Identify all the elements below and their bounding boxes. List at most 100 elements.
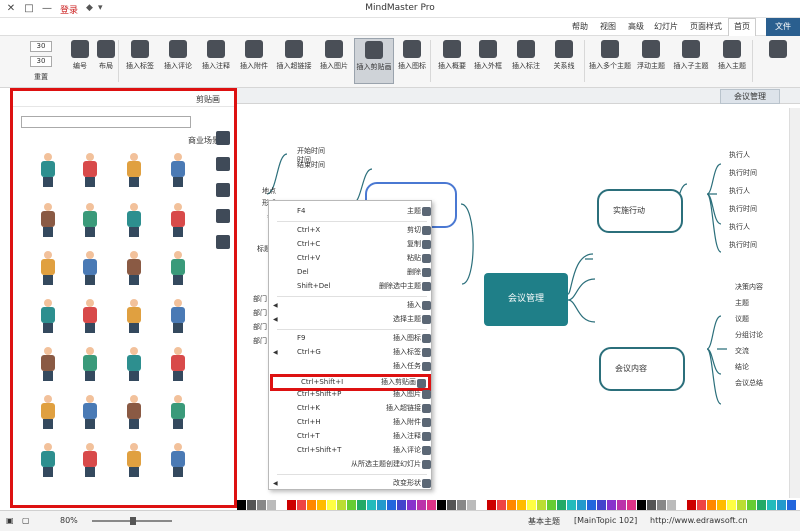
color-swatch[interactable] [677, 500, 686, 510]
clipart-item[interactable] [35, 443, 61, 477]
clipart-item[interactable] [77, 443, 103, 477]
full-screen-icon[interactable]: ▢ [22, 516, 30, 525]
clipart-item[interactable] [165, 347, 191, 381]
clipart-item[interactable] [165, 251, 191, 285]
color-swatch[interactable] [237, 500, 246, 510]
insert-clipart-button[interactable]: 插入剪贴画 [354, 38, 394, 84]
insert-icon-button[interactable]: 插入图标 [394, 38, 430, 84]
color-swatch[interactable] [407, 500, 416, 510]
color-swatch[interactable] [557, 500, 566, 510]
clipart-item[interactable] [77, 153, 103, 187]
context-menu-item[interactable]: 插入 ◀ [269, 299, 433, 312]
color-swatch[interactable] [397, 500, 406, 510]
menu-advanced[interactable]: 高级 [628, 21, 644, 32]
color-swatch[interactable] [667, 500, 676, 510]
color-swatch[interactable] [387, 500, 396, 510]
clipart-item[interactable] [121, 443, 147, 477]
color-swatch[interactable] [747, 500, 756, 510]
relationship-button[interactable]: 关系线 [546, 38, 582, 84]
insert-hyperlink-button[interactable]: 插入超链接 [274, 38, 314, 84]
color-swatch[interactable] [247, 500, 256, 510]
clipart-item[interactable] [77, 251, 103, 285]
context-menu-item[interactable]: 插入注释 Ctrl+T [269, 430, 433, 443]
map-label-dept[interactable]: 部门 [253, 336, 267, 346]
color-swatch[interactable] [737, 500, 746, 510]
color-swatch[interactable] [457, 500, 466, 510]
context-menu-item[interactable]: 剪切 Ctrl+X [269, 224, 433, 237]
context-menu-item[interactable]: 删除选中主题 Shift+Del [269, 280, 433, 293]
color-swatch[interactable] [627, 500, 636, 510]
color-swatch[interactable] [367, 500, 376, 510]
clipart-item[interactable] [165, 153, 191, 187]
color-swatch[interactable] [297, 500, 306, 510]
clipart-item[interactable] [35, 347, 61, 381]
map-label-right[interactable]: 决策内容 [735, 282, 763, 292]
map-label-right[interactable]: 执行时间 [729, 168, 757, 178]
map-label-dept[interactable]: 部门 [253, 308, 267, 318]
context-menu-item[interactable]: 改变形状 ◀ [269, 477, 433, 490]
calendar-icon[interactable] [216, 235, 230, 249]
context-menu-item[interactable]: 从所选主题创建幻灯片 [269, 458, 433, 471]
color-swatch[interactable] [277, 500, 286, 510]
color-swatch[interactable] [687, 500, 696, 510]
clipart-item[interactable] [165, 395, 191, 429]
map-label-left[interactable]: 地点 [262, 186, 276, 196]
color-swatch[interactable] [567, 500, 576, 510]
color-swatch[interactable] [307, 500, 316, 510]
map-label-right[interactable]: 会议总结 [735, 378, 763, 388]
menu-slides[interactable]: 幻灯片 [654, 21, 678, 32]
map-label-right[interactable]: 执行时间 [729, 240, 757, 250]
map-label-right[interactable]: 主题 [735, 298, 749, 308]
clipart-item[interactable] [121, 203, 147, 237]
context-menu-item[interactable]: 插入评论 Ctrl+Shift+T [269, 444, 433, 457]
color-swatch[interactable] [787, 500, 796, 510]
theme-icon[interactable]: ◆ [86, 3, 93, 13]
menu-file[interactable]: 文件 [766, 18, 800, 36]
map-label-right[interactable]: 交流 [735, 346, 749, 356]
insert-boundary-button[interactable]: 插入外框 [470, 38, 506, 84]
color-swatch[interactable] [727, 500, 736, 510]
menu-page-style[interactable]: 页面样式 [690, 21, 722, 32]
color-swatch[interactable] [467, 500, 476, 510]
context-menu-item[interactable]: 插入图标 F9 [269, 332, 433, 345]
color-swatch[interactable] [437, 500, 446, 510]
insert-attachment-button[interactable]: 插入附件 [236, 38, 272, 84]
menu-view[interactable]: 视图 [600, 21, 616, 32]
status-url[interactable]: http://www.edrawsoft.cn [650, 516, 748, 525]
insert-image-button[interactable]: 插入图片 [316, 38, 352, 84]
color-swatch[interactable] [527, 500, 536, 510]
color-swatch[interactable] [347, 500, 356, 510]
clipart-item[interactable] [35, 153, 61, 187]
clipart-item[interactable] [77, 203, 103, 237]
color-swatch[interactable] [257, 500, 266, 510]
clipart-item[interactable] [121, 395, 147, 429]
layout-button[interactable]: 布局 [94, 38, 118, 84]
clipboard-button[interactable] [760, 38, 796, 84]
clipart-item[interactable] [165, 299, 191, 333]
context-menu-item[interactable]: 删除 Del [269, 266, 433, 279]
reset-button[interactable]: 重置 [34, 72, 48, 82]
color-swatch[interactable] [767, 500, 776, 510]
clipart-item[interactable] [121, 347, 147, 381]
clipart-item[interactable] [77, 347, 103, 381]
document-tab-meeting[interactable]: 会议管理 [720, 89, 780, 104]
clipart-item[interactable] [121, 251, 147, 285]
color-swatch[interactable] [317, 500, 326, 510]
map-label-right[interactable]: 结论 [735, 362, 749, 372]
color-swatch[interactable] [657, 500, 666, 510]
color-swatch[interactable] [487, 500, 496, 510]
context-menu-item[interactable]: 粘贴 Ctrl+V [269, 252, 433, 265]
color-swatch[interactable] [537, 500, 546, 510]
insert-note-button[interactable]: 插入注释 [198, 38, 234, 84]
color-swatch[interactable] [427, 500, 436, 510]
insert-callout-button[interactable]: 插入标注 [508, 38, 544, 84]
insert-topic-button[interactable]: 插入主题 [712, 38, 752, 84]
clipart-item[interactable] [165, 203, 191, 237]
map-label-right[interactable]: 执行时间 [729, 204, 757, 214]
context-menu-item[interactable]: 插入标签 Ctrl+G ◀ [269, 346, 433, 359]
color-swatch[interactable] [477, 500, 486, 510]
insert-comment-button[interactable]: 插入评论 [160, 38, 196, 84]
context-menu-item[interactable]: 选择主题 ◀ [269, 313, 433, 326]
login-link[interactable]: 登录 [60, 3, 78, 16]
context-menu-item[interactable]: 插入附件 Ctrl+H [269, 416, 433, 429]
